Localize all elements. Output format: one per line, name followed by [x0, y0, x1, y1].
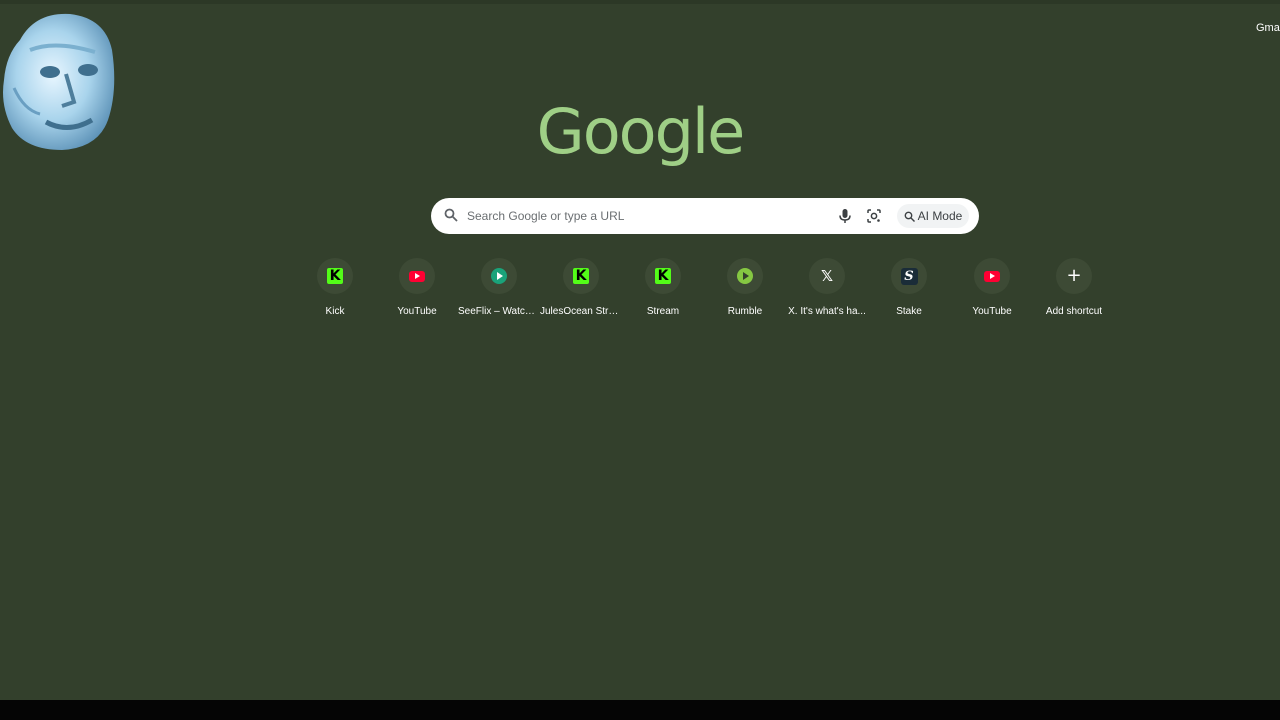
- google-logo: Google: [536, 95, 746, 168]
- shortcut-icon-circle: 𝕏: [809, 258, 845, 294]
- shortcut-icon-circle: [399, 258, 435, 294]
- kick-icon: K: [573, 268, 589, 284]
- shortcut-tile[interactable]: K Stream: [622, 256, 704, 326]
- shortcut-icon-circle: K: [563, 258, 599, 294]
- gmail-link[interactable]: Gmail: [1256, 22, 1280, 34]
- shortcut-tile[interactable]: 𝕏 X. It's what's ha...: [786, 256, 868, 326]
- ai-search-spark-icon: [904, 211, 915, 222]
- plus-icon: +: [1066, 265, 1082, 286]
- new-tab-page: Gmail Google: [0, 0, 1280, 700]
- shortcut-tile[interactable]: S Stake: [868, 256, 950, 326]
- search-box[interactable]: AI Mode: [431, 198, 979, 234]
- x-icon: 𝕏: [820, 267, 834, 285]
- seeflix-icon: [491, 268, 507, 284]
- kick-icon: K: [655, 268, 671, 284]
- shortcut-tile[interactable]: YouTube: [951, 256, 1033, 326]
- shortcut-label: YouTube: [972, 306, 1012, 317]
- youtube-icon: [409, 270, 425, 282]
- shortcut-tile[interactable]: SeeFlix – Watch ...: [458, 256, 540, 326]
- rumble-icon: [737, 268, 753, 284]
- microphone-icon[interactable]: [838, 208, 852, 224]
- search-input[interactable]: [467, 206, 827, 226]
- shortcut-label: Stake: [896, 306, 922, 317]
- shortcut-label: SeeFlix – Watch ...: [458, 306, 540, 317]
- shortcut-label: X. It's what's ha...: [788, 306, 866, 317]
- browser-top-edge: [0, 0, 1280, 4]
- shortcut-icon-circle: K: [317, 258, 353, 294]
- shortcut-icon-circle: S: [891, 258, 927, 294]
- shortcut-tile[interactable]: Rumble: [704, 256, 786, 326]
- shortcut-label: JulesOcean Stre...: [540, 306, 622, 317]
- shortcut-tile[interactable]: YouTube: [376, 256, 458, 326]
- youtube-icon: [984, 270, 1000, 282]
- shortcut-label: Kick: [325, 306, 345, 317]
- shortcut-label: Rumble: [727, 306, 763, 317]
- search-icon: [444, 208, 458, 222]
- shortcut-label: YouTube: [397, 306, 437, 317]
- shortcut-icon-circle: +: [1056, 258, 1092, 294]
- taskbar-strip: [0, 700, 1280, 720]
- add-shortcut-label: Add shortcut: [1045, 306, 1103, 317]
- stake-icon: S: [900, 267, 918, 285]
- shortcut-label: Stream: [646, 306, 680, 317]
- shortcut-tile[interactable]: K JulesOcean Stre...: [540, 256, 622, 326]
- shortcut-icon-circle: [481, 258, 517, 294]
- ai-mode-label: AI Mode: [917, 209, 963, 223]
- ai-mode-button[interactable]: AI Mode: [897, 204, 969, 228]
- add-shortcut-tile[interactable]: + Add shortcut: [1033, 256, 1115, 326]
- shortcut-icon-circle: K: [645, 258, 681, 294]
- shortcut-icon-circle: [727, 258, 763, 294]
- google-lens-icon[interactable]: [866, 208, 882, 224]
- shortcut-icon-circle: [974, 258, 1010, 294]
- kick-icon: K: [327, 268, 343, 284]
- shortcut-tile[interactable]: K Kick: [294, 256, 376, 326]
